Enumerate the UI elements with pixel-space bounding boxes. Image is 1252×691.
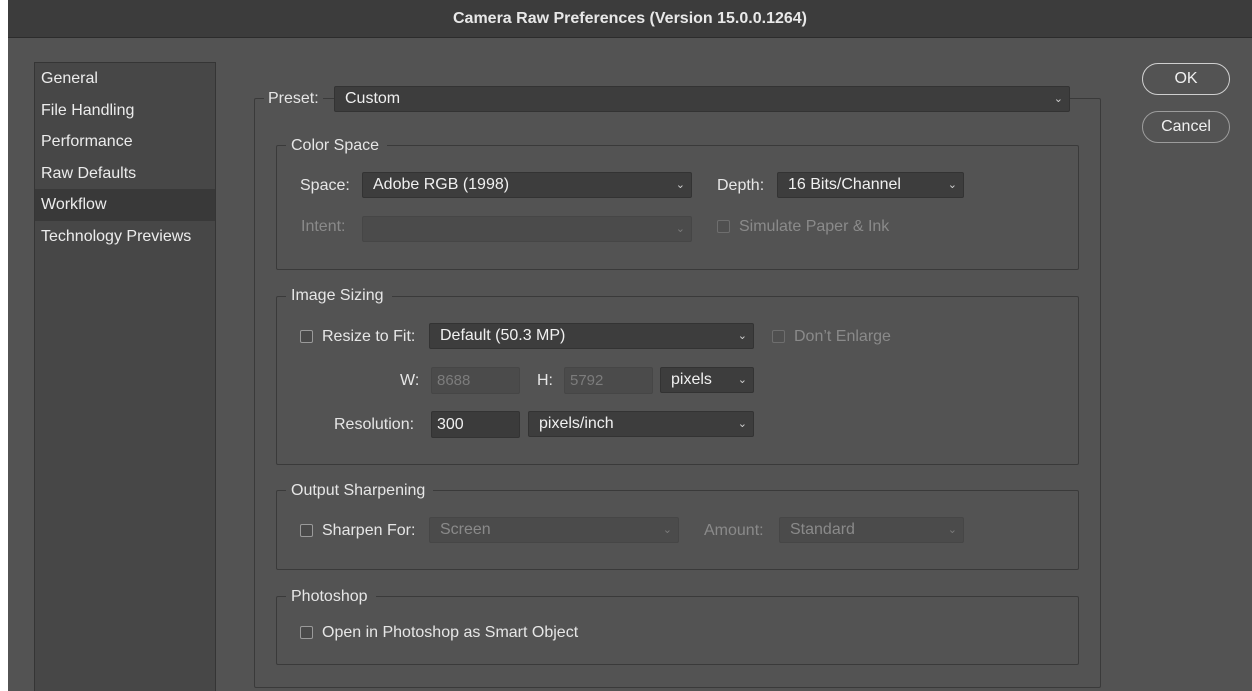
intent-label: Intent: — [301, 218, 346, 235]
preferences-window: Camera Raw Preferences (Version 15.0.0.1… — [8, 0, 1252, 691]
simulate-paper-checkbox[interactable] — [717, 220, 730, 233]
sidebar-item-raw-defaults[interactable]: Raw Defaults — [35, 158, 215, 190]
photoshop-title: Photoshop — [286, 586, 376, 608]
sharpen-for-dropdown[interactable]: Screen ⌄ — [429, 517, 679, 543]
space-dropdown[interactable]: Adobe RGB (1998) ⌄ — [362, 172, 692, 198]
sharpen-for-value: Screen — [440, 521, 491, 538]
sidebar: General File Handling Performance Raw De… — [34, 62, 216, 691]
intent-dropdown[interactable]: ⌄ — [362, 216, 692, 242]
height-field[interactable]: 5792 — [564, 367, 653, 394]
chevron-down-icon: ⌄ — [737, 329, 747, 342]
height-label: H: — [537, 372, 553, 389]
sharpen-for-label: Sharpen For: — [322, 522, 416, 539]
output-sharpening-title: Output Sharpening — [286, 480, 434, 502]
resolution-field[interactable]: 300 — [431, 411, 520, 438]
preset-row: Preset: — [264, 86, 323, 112]
smart-object-checkbox[interactable] — [300, 626, 313, 639]
size-unit-value: pixels — [671, 371, 712, 388]
chevron-down-icon: ⌄ — [1053, 92, 1063, 105]
image-sizing-title: Image Sizing — [286, 285, 392, 307]
chevron-down-icon: ⌄ — [947, 178, 957, 191]
resize-to-fit-checkbox[interactable] — [300, 330, 313, 343]
resolution-unit-dropdown[interactable]: pixels/inch ⌄ — [528, 411, 754, 437]
preset-label: Preset: — [268, 90, 319, 107]
color-space-title: Color Space — [286, 135, 388, 157]
resize-to-fit-dropdown[interactable]: Default (50.3 MP) ⌄ — [429, 323, 754, 349]
space-value: Adobe RGB (1998) — [373, 176, 510, 193]
resolution-unit-value: pixels/inch — [539, 415, 614, 432]
preset-dropdown[interactable]: Custom ⌄ — [334, 86, 1070, 112]
sidebar-item-technology-previews[interactable]: Technology Previews — [35, 221, 215, 253]
smart-object-label: Open in Photoshop as Smart Object — [322, 624, 579, 641]
amount-value: Standard — [790, 521, 855, 538]
space-label: Space: — [300, 177, 350, 194]
chevron-down-icon: ⌄ — [675, 222, 685, 235]
chevron-down-icon: ⌄ — [662, 523, 672, 536]
sidebar-item-workflow[interactable]: Workflow — [35, 189, 215, 221]
chevron-down-icon: ⌄ — [737, 417, 747, 430]
resize-to-fit-label: Resize to Fit: — [322, 328, 416, 345]
chevron-down-icon: ⌄ — [947, 523, 957, 536]
resize-to-fit-value: Default (50.3 MP) — [440, 327, 566, 344]
sidebar-item-file-handling[interactable]: File Handling — [35, 95, 215, 127]
width-field[interactable]: 8688 — [431, 367, 520, 394]
size-unit-dropdown[interactable]: pixels ⌄ — [660, 367, 754, 393]
width-label: W: — [400, 372, 420, 389]
preset-value: Custom — [345, 90, 401, 107]
color-space-group — [276, 145, 1079, 270]
chevron-down-icon: ⌄ — [675, 178, 685, 191]
chevron-down-icon: ⌄ — [737, 373, 747, 386]
ok-button[interactable]: OK — [1142, 63, 1230, 95]
amount-label: Amount: — [704, 522, 764, 539]
window-title: Camera Raw Preferences (Version 15.0.0.1… — [453, 9, 807, 27]
dont-enlarge-label: Don’t Enlarge — [794, 328, 891, 345]
sidebar-item-performance[interactable]: Performance — [35, 126, 215, 158]
resolution-label: Resolution: — [334, 416, 415, 433]
simulate-paper-label: Simulate Paper & Ink — [739, 218, 890, 235]
amount-dropdown[interactable]: Standard ⌄ — [779, 517, 964, 543]
sidebar-item-general[interactable]: General — [35, 63, 215, 95]
depth-dropdown[interactable]: 16 Bits/Channel ⌄ — [777, 172, 964, 198]
sharpen-for-checkbox[interactable] — [300, 524, 313, 537]
depth-value: 16 Bits/Channel — [788, 176, 901, 193]
depth-label: Depth: — [717, 177, 765, 194]
cancel-button[interactable]: Cancel — [1142, 111, 1230, 143]
dont-enlarge-checkbox[interactable] — [772, 330, 785, 343]
title-bar: Camera Raw Preferences (Version 15.0.0.1… — [8, 0, 1252, 38]
